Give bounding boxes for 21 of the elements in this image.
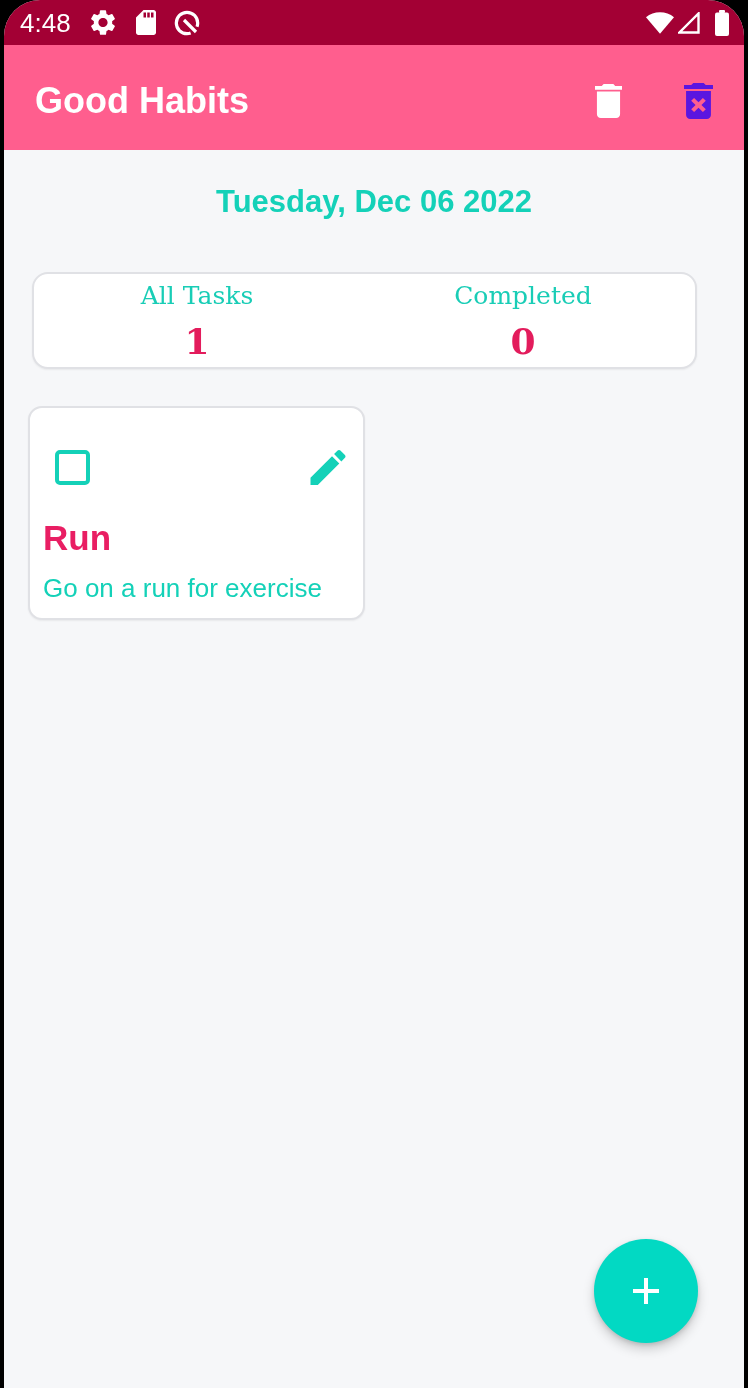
task-title: Run xyxy=(43,518,113,558)
gear-icon xyxy=(90,10,115,35)
plus-icon xyxy=(633,1278,659,1304)
sd-card-icon xyxy=(135,10,156,35)
pencil-icon[interactable] xyxy=(310,449,346,485)
task-description: Go on a run for exercise xyxy=(43,573,323,603)
circle-slash-icon xyxy=(173,9,200,36)
task-checkbox[interactable] xyxy=(55,449,90,485)
date-heading: Tuesday, Dec 06 2022 xyxy=(216,184,532,220)
app-title: Good Habits xyxy=(35,79,249,122)
signal-icon xyxy=(678,11,700,34)
stat-value: 0 xyxy=(510,321,536,361)
trash-icon[interactable] xyxy=(595,83,622,118)
stat-label: All Tasks xyxy=(140,282,254,310)
status-time: 4:48 xyxy=(20,7,71,38)
add-button[interactable] xyxy=(594,1239,698,1343)
wifi-icon xyxy=(646,11,674,34)
trash-x-icon[interactable] xyxy=(684,82,713,119)
stat-label: Completed xyxy=(454,282,592,310)
stat-value: 1 xyxy=(184,321,210,361)
battery-icon xyxy=(715,9,729,36)
